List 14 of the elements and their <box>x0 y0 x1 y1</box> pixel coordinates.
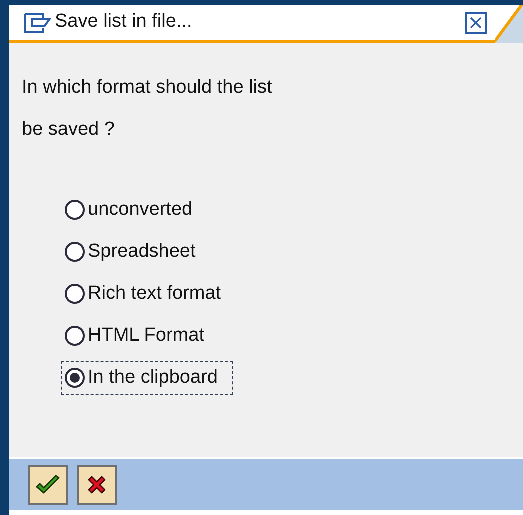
close-icon <box>470 16 482 28</box>
radio-option[interactable]: unconverted <box>61 192 208 228</box>
confirm-button[interactable] <box>28 464 68 504</box>
dialog-icon <box>23 12 53 34</box>
close-button[interactable] <box>465 12 487 34</box>
radio-option[interactable]: Rich text format <box>61 276 236 312</box>
question-text: In which format should the list <box>22 76 274 100</box>
window-title: Save list in file... <box>55 10 192 34</box>
radio-option[interactable]: HTML Format <box>61 318 220 354</box>
radio-option[interactable]: Spreadsheet <box>61 234 211 270</box>
radio-option[interactable]: In the clipboard <box>61 360 233 396</box>
checkmark-icon <box>35 474 61 496</box>
cancel-button[interactable] <box>77 464 117 504</box>
question-text: be saved ? <box>22 118 116 142</box>
